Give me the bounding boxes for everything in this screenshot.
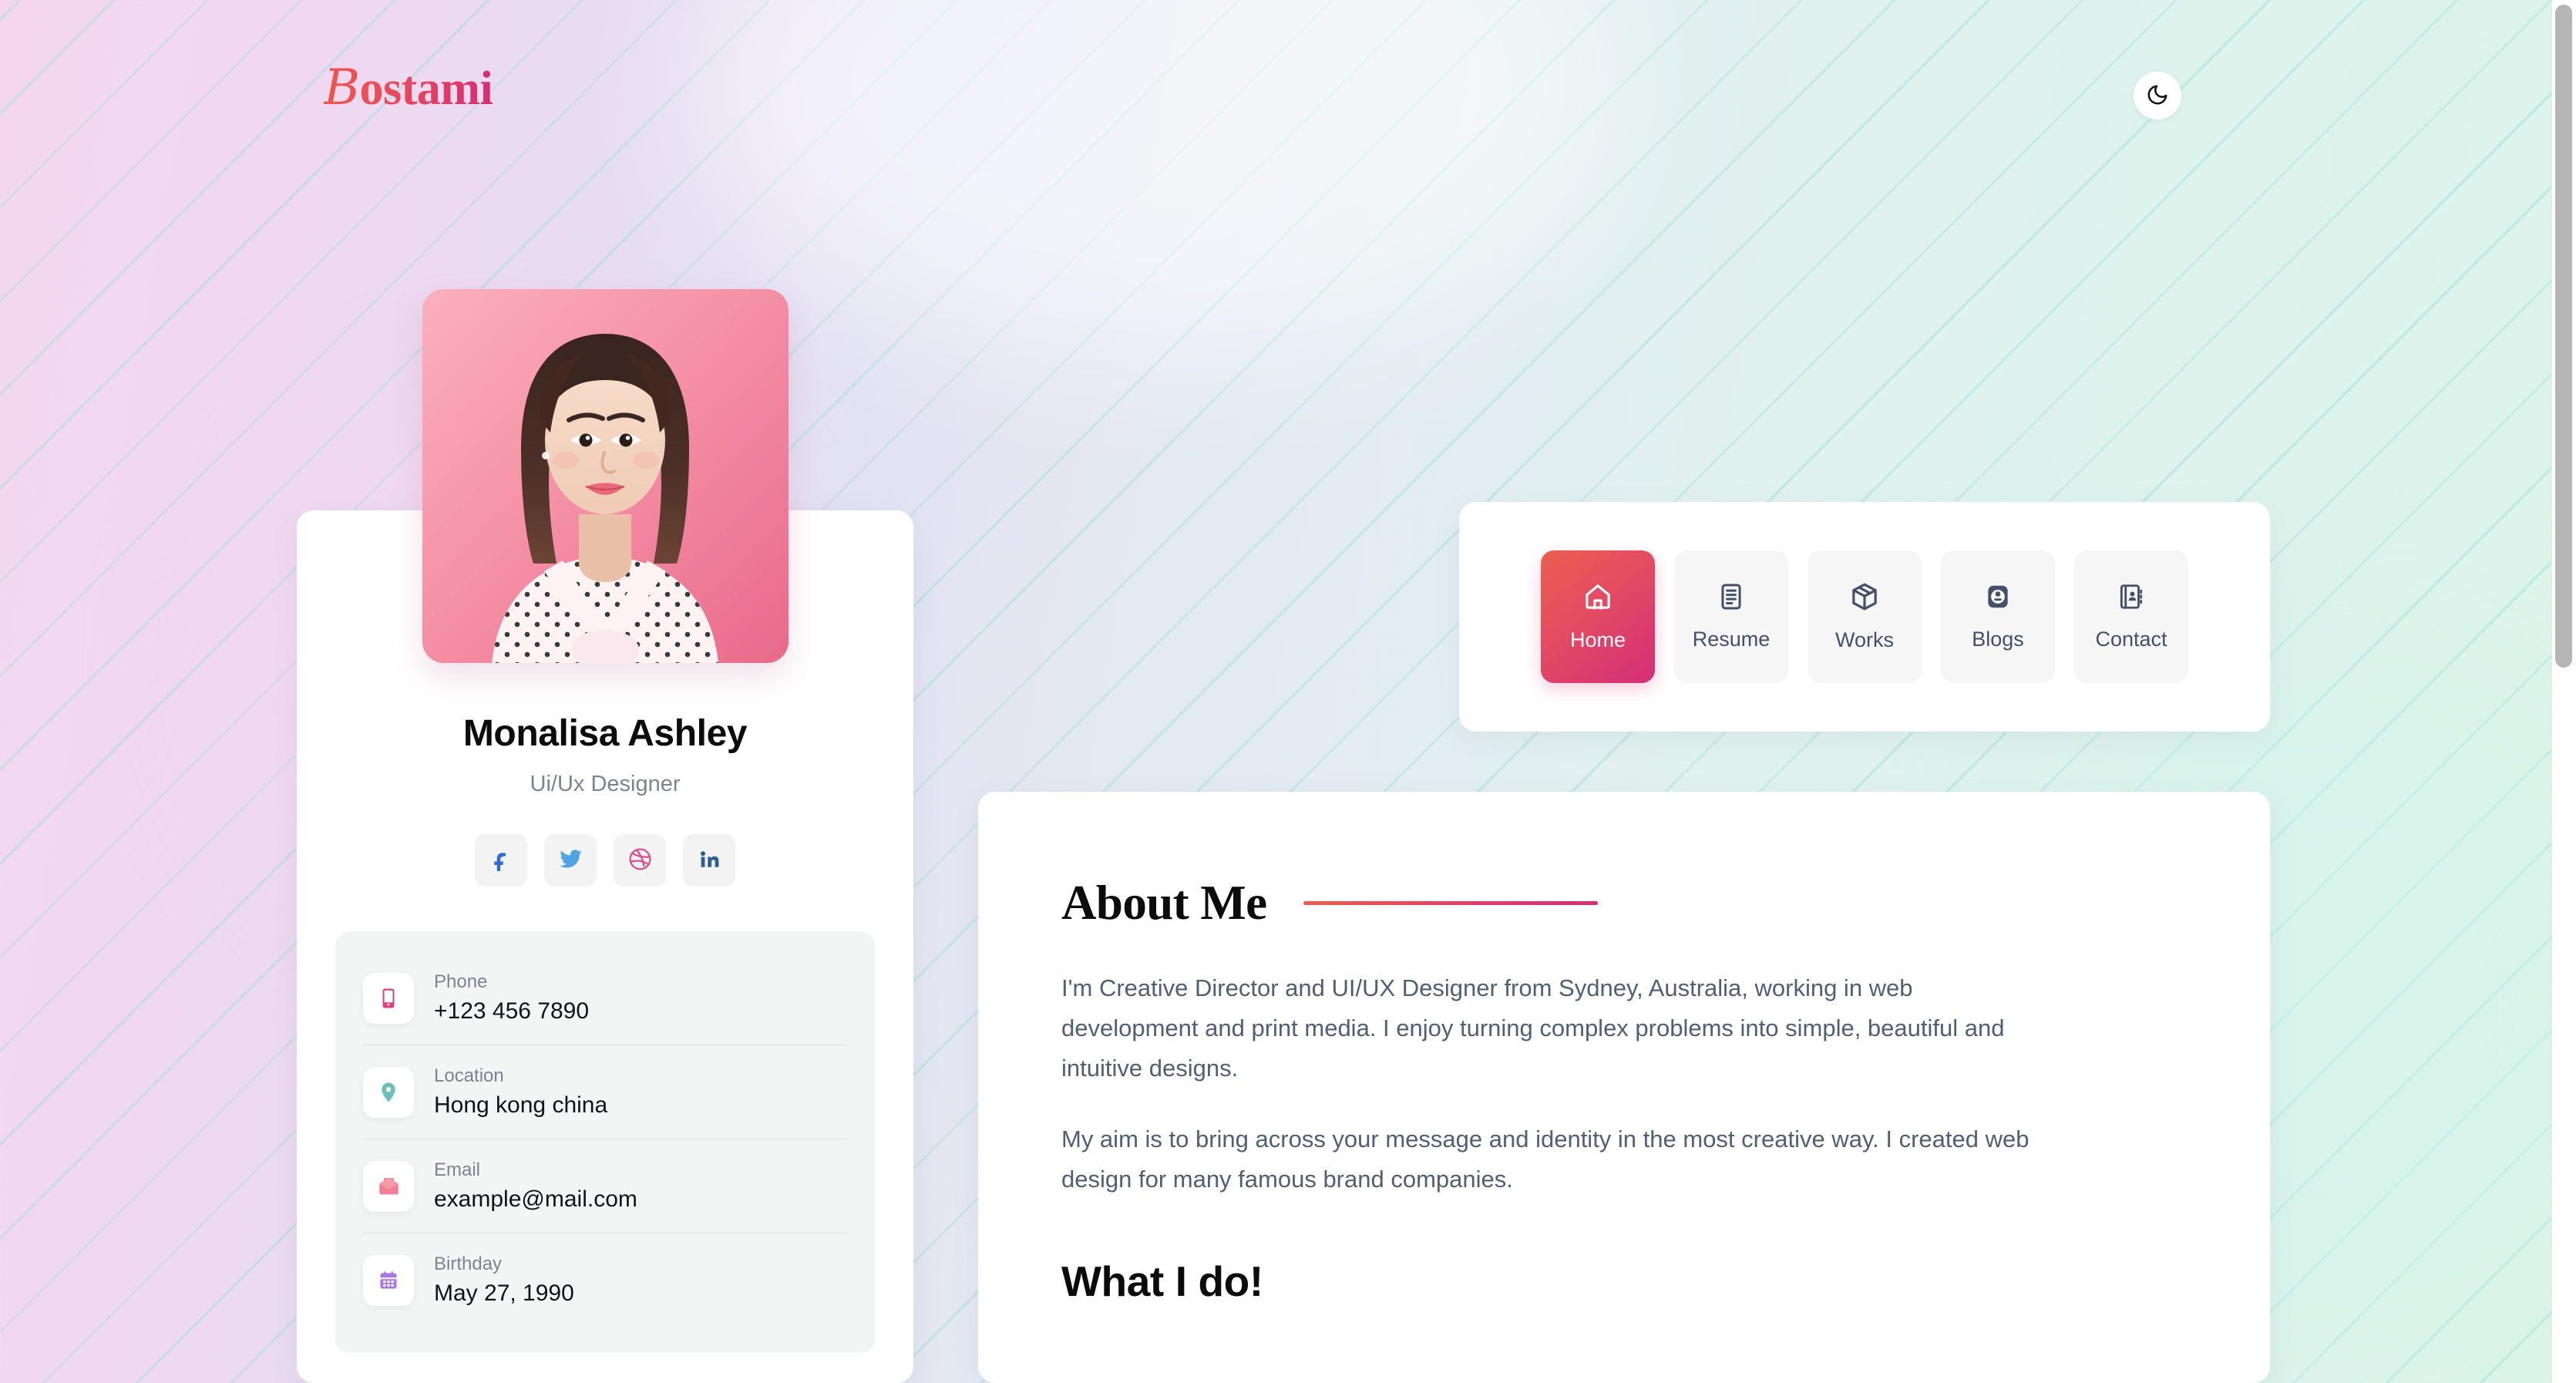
contact-label: Birthday <box>434 1253 503 1274</box>
profile-role: Ui/Ux Designer <box>530 772 681 796</box>
contact-row-location: Location Hong kong china <box>363 1045 847 1139</box>
contact-value: May 27, 1990 <box>434 1280 574 1306</box>
nav-label: Resume <box>1692 628 1771 651</box>
contact-label: Email <box>434 1159 481 1180</box>
nav-item-blogs[interactable]: Blogs <box>1941 550 2055 683</box>
linkedin-icon <box>698 848 721 873</box>
facebook-icon <box>489 848 513 873</box>
email-icon <box>363 1160 414 1212</box>
location-icon <box>363 1066 414 1118</box>
blogs-icon <box>1983 582 2013 614</box>
moon-icon <box>2146 83 2169 109</box>
about-paragraph-2: My aim is to bring across your message a… <box>1061 1126 2030 1193</box>
contact-value: Hong kong china <box>434 1092 608 1118</box>
page-title: About Me <box>1061 876 1267 930</box>
social-links <box>297 834 913 887</box>
contact-row-birthday: Birthday May 27, 1990 <box>363 1233 847 1327</box>
contact-label: Location <box>434 1065 504 1086</box>
background-blob-top <box>694 0 1619 355</box>
mobile-icon <box>363 972 414 1024</box>
contact-info-list: Phone +123 456 7890 Location Hong kong c… <box>335 931 875 1353</box>
resume-icon <box>1717 582 1746 614</box>
avatar <box>422 289 789 663</box>
nav-item-home[interactable]: Home <box>1541 550 1655 683</box>
social-link-facebook[interactable] <box>475 834 527 887</box>
nav-item-resume[interactable]: Resume <box>1674 550 1788 683</box>
nav-label: Contact <box>2095 628 2167 651</box>
site-logo[interactable]: Bostami <box>324 63 493 113</box>
about-section: About Me I'm Creative Director and UI/UX… <box>978 792 2270 1383</box>
contact-label: Phone <box>434 971 488 992</box>
title-accent-rule <box>1303 901 1599 905</box>
main-navigation: Home Resume Works Blogs Contact <box>1459 502 2270 732</box>
home-icon <box>1582 581 1613 614</box>
scrollbar-thumb[interactable] <box>2555 5 2572 668</box>
works-icon <box>1849 581 1880 614</box>
social-link-linkedin[interactable] <box>683 834 735 887</box>
contact-value: example@mail.com <box>434 1186 637 1212</box>
twitter-icon <box>559 847 583 873</box>
what-i-do-title: What I do! <box>1061 1257 1263 1306</box>
nav-label: Blogs <box>1972 628 2024 651</box>
contact-value: +123 456 7890 <box>434 998 590 1024</box>
dribbble-icon <box>628 847 652 873</box>
nav-label: Works <box>1834 628 1894 651</box>
logo-initial: B <box>324 59 360 116</box>
nav-item-contact[interactable]: Contact <box>2074 550 2188 683</box>
calendar-icon <box>363 1254 414 1306</box>
social-link-dribbble[interactable] <box>614 834 666 887</box>
about-paragraph-1: I'm Creative Director and UI/UX Designer… <box>1061 974 2005 1082</box>
nav-item-works[interactable]: Works <box>1808 550 1922 683</box>
contact-icon <box>2117 582 2146 614</box>
profile-name: Monalisa Ashley <box>462 713 748 754</box>
social-link-twitter[interactable] <box>544 834 597 887</box>
logo-rest: ostami <box>359 62 493 115</box>
nav-label: Home <box>1569 628 1626 651</box>
theme-toggle-button[interactable] <box>2134 72 2181 119</box>
scrollbar-track[interactable] <box>2551 0 2576 1383</box>
about-heading-row: About Me <box>1061 875 2187 931</box>
contact-row-phone: Phone +123 456 7890 <box>363 951 847 1045</box>
contact-row-email: Email example@mail.com <box>363 1139 847 1233</box>
